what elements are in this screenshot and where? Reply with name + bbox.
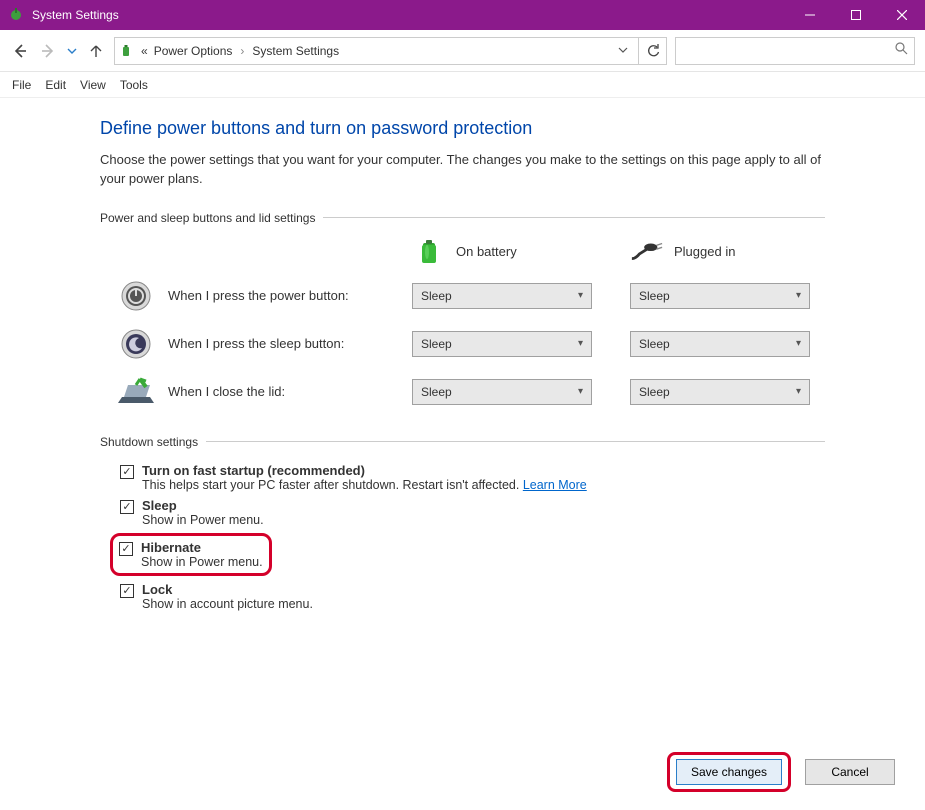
cancel-button[interactable]: Cancel: [805, 759, 895, 785]
checkbox-label: Lock: [142, 582, 313, 597]
select-value: Sleep: [639, 289, 670, 303]
search-icon: [895, 42, 908, 60]
menu-tools[interactable]: Tools: [120, 78, 148, 92]
menu-edit[interactable]: Edit: [45, 78, 66, 92]
section-power-buttons: Power and sleep buttons and lid settings: [100, 211, 825, 225]
select-sleep-battery[interactable]: Sleep ▾: [412, 331, 592, 357]
chevron-down-icon: ▾: [578, 338, 583, 349]
maximize-button[interactable]: [833, 0, 879, 30]
column-battery-label: On battery: [456, 244, 517, 259]
checkbox-label: Turn on fast startup (recommended): [142, 463, 587, 478]
checkbox-sub-text: This helps start your PC faster after sh…: [142, 478, 523, 492]
titlebar: System Settings: [0, 0, 925, 30]
checkbox-sub: Show in account picture menu.: [142, 597, 313, 611]
menu-file[interactable]: File: [12, 78, 31, 92]
column-plugged-label: Plugged in: [674, 244, 735, 259]
select-value: Sleep: [639, 385, 670, 399]
checkbox-sleep: ✓ Sleep Show in Power menu.: [120, 498, 825, 527]
sleep-icon: [114, 327, 158, 361]
plug-column-icon: [630, 239, 664, 265]
nav-up-button[interactable]: [86, 41, 106, 61]
chevron-down-icon: ▾: [578, 386, 583, 397]
checkbox-hibernate: ✓ Hibernate Show in Power menu.: [119, 540, 263, 569]
close-button[interactable]: [879, 0, 925, 30]
chevron-down-icon: ▾: [796, 338, 801, 349]
checkbox[interactable]: ✓: [120, 500, 134, 514]
laptop-lid-icon: [114, 375, 158, 409]
power-icon: [114, 279, 158, 313]
menu-view[interactable]: View: [80, 78, 106, 92]
breadcrumb-ellipsis[interactable]: «: [141, 44, 148, 58]
nav-back-button[interactable]: [10, 41, 30, 61]
section-label-text: Shutdown settings: [100, 435, 198, 449]
address-bar[interactable]: « Power Options › System Settings: [114, 37, 639, 65]
menubar: File Edit View Tools: [0, 72, 925, 98]
refresh-button[interactable]: [639, 37, 667, 65]
content: Define power buttons and turn on passwor…: [0, 98, 925, 627]
select-value: Sleep: [639, 337, 670, 351]
checkbox-sub: This helps start your PC faster after sh…: [142, 478, 587, 492]
row-power-button: When I press the power button:: [114, 279, 394, 313]
footer-buttons: Save changes Cancel: [667, 752, 895, 792]
select-value: Sleep: [421, 289, 452, 303]
address-dropdown[interactable]: [612, 44, 634, 58]
shutdown-settings-list: ✓ Turn on fast startup (recommended) Thi…: [120, 463, 825, 611]
save-button[interactable]: Save changes: [676, 759, 782, 785]
row-sleep-label: When I press the sleep button:: [168, 336, 344, 351]
section-label-text: Power and sleep buttons and lid settings: [100, 211, 315, 225]
learn-more-link[interactable]: Learn More: [523, 478, 587, 492]
checkbox-label: Hibernate: [141, 540, 263, 555]
search-input[interactable]: [675, 37, 915, 65]
window-title: System Settings: [32, 8, 119, 22]
minimize-button[interactable]: [787, 0, 833, 30]
window-controls: [787, 0, 925, 30]
chevron-down-icon: ▾: [578, 290, 583, 301]
row-sleep-button: When I press the sleep button:: [114, 327, 394, 361]
select-power-battery[interactable]: Sleep ▾: [412, 283, 592, 309]
checkbox[interactable]: ✓: [119, 542, 133, 556]
nav-recent-dropdown[interactable]: [66, 41, 78, 61]
checkbox[interactable]: ✓: [120, 584, 134, 598]
highlighted-save: Save changes: [667, 752, 791, 792]
select-lid-plugged[interactable]: Sleep ▾: [630, 379, 810, 405]
checkbox-sub: Show in Power menu.: [142, 513, 264, 527]
page-heading: Define power buttons and turn on passwor…: [100, 118, 825, 139]
checkbox[interactable]: ✓: [120, 465, 134, 479]
app-icon: [8, 7, 24, 23]
checkbox-sub: Show in Power menu.: [141, 555, 263, 569]
breadcrumb-prev[interactable]: Power Options: [154, 44, 233, 58]
chevron-down-icon: ▾: [796, 290, 801, 301]
select-value: Sleep: [421, 385, 452, 399]
row-lid-label: When I close the lid:: [168, 384, 285, 399]
select-sleep-plugged[interactable]: Sleep ▾: [630, 331, 810, 357]
checkbox-lock: ✓ Lock Show in account picture menu.: [120, 582, 825, 611]
chevron-right-icon: ›: [240, 44, 244, 58]
nav-forward-button[interactable]: [38, 41, 58, 61]
checkbox-label: Sleep: [142, 498, 264, 513]
select-power-plugged[interactable]: Sleep ▾: [630, 283, 810, 309]
section-shutdown: Shutdown settings: [100, 435, 825, 449]
breadcrumb-current[interactable]: System Settings: [252, 44, 339, 58]
page-description: Choose the power settings that you want …: [100, 151, 825, 189]
column-on-battery: On battery: [412, 239, 612, 265]
checkbox-fast-startup: ✓ Turn on fast startup (recommended) Thi…: [120, 463, 825, 492]
battery-column-icon: [412, 239, 446, 265]
battery-icon: [119, 43, 135, 59]
select-lid-battery[interactable]: Sleep ▾: [412, 379, 592, 405]
row-close-lid: When I close the lid:: [114, 375, 394, 409]
highlighted-hibernate: ✓ Hibernate Show in Power menu.: [110, 533, 272, 576]
power-grid: On battery Plugged in When I press the p…: [114, 239, 825, 409]
chevron-down-icon: ▾: [796, 386, 801, 397]
column-plugged-in: Plugged in: [630, 239, 830, 265]
navbar: « Power Options › System Settings: [0, 30, 925, 72]
select-value: Sleep: [421, 337, 452, 351]
row-power-label: When I press the power button:: [168, 288, 349, 303]
